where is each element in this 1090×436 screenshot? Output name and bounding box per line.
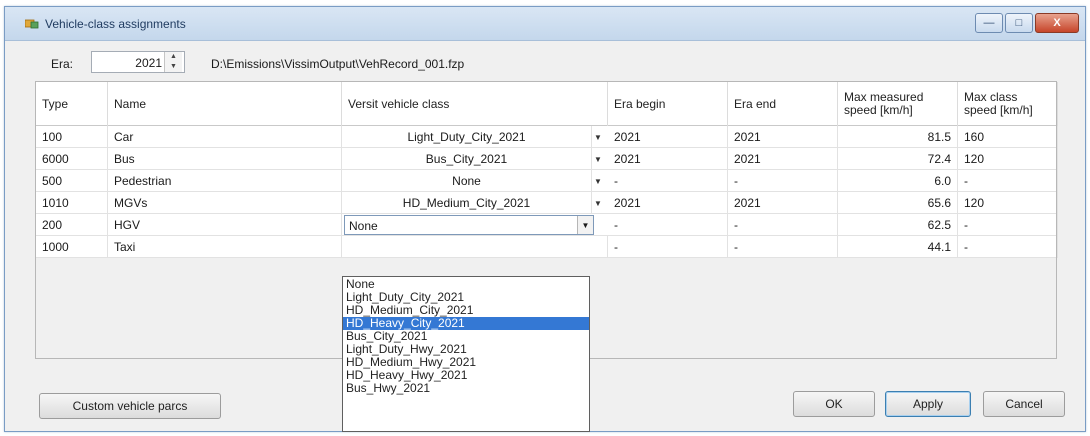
vclass-cell[interactable]: Light_Duty_City_2021 — [342, 126, 592, 148]
window-title: Vehicle-class assignments — [45, 17, 186, 31]
type-cell: 1010 — [36, 192, 108, 214]
col-era-begin[interactable]: Era begin — [608, 82, 728, 126]
col-max-measured[interactable]: Max measured speed [km/h] — [838, 82, 958, 126]
table-header: Type Name Versit vehicle class Era begin… — [36, 82, 1058, 126]
cancel-button[interactable]: Cancel — [983, 391, 1065, 417]
type-cell: 100 — [36, 126, 108, 148]
spin-up-icon[interactable]: ▲ — [165, 52, 182, 62]
col-versit-class[interactable]: Versit vehicle class — [342, 82, 608, 126]
col-type[interactable]: Type — [36, 82, 108, 126]
vclass-cell[interactable]: Bus_City_2021 — [342, 148, 592, 170]
era-begin-cell: - — [608, 170, 728, 192]
name-cell: Pedestrian — [108, 170, 342, 192]
max-class-cell: - — [958, 170, 1058, 192]
era-begin-cell: 2021 — [608, 192, 728, 214]
era-end-cell: - — [728, 214, 838, 236]
col-max-class[interactable]: Max class speed [km/h] — [958, 82, 1058, 126]
table-row[interactable]: 200 HGV None ▼ - - 62.5 - — [36, 214, 1058, 236]
era-spin-buttons[interactable]: ▲ ▼ — [164, 52, 182, 72]
era-begin-cell: - — [608, 236, 728, 258]
dropdown-arrow-icon[interactable]: ▼ — [590, 192, 606, 214]
title-bar[interactable]: Vehicle-class assignments — □ X — [5, 7, 1085, 41]
max-measured-cell: 72.4 — [838, 148, 958, 170]
era-end-cell: - — [728, 170, 838, 192]
col-name[interactable]: Name — [108, 82, 342, 126]
table-row[interactable]: 100 Car Light_Duty_City_2021 ▼ 2021 2021… — [36, 126, 1058, 148]
type-cell: 500 — [36, 170, 108, 192]
max-measured-cell: 44.1 — [838, 236, 958, 258]
table-row[interactable]: 1010 MGVs HD_Medium_City_2021 ▼ 2021 202… — [36, 192, 1058, 214]
era-end-cell: 2021 — [728, 148, 838, 170]
table-row[interactable]: 1000 Taxi - - 44.1 - — [36, 236, 1058, 258]
max-measured-cell: 62.5 — [838, 214, 958, 236]
era-begin-cell: - — [608, 214, 728, 236]
name-cell: Bus — [108, 148, 342, 170]
maximize-button[interactable]: □ — [1005, 13, 1033, 33]
type-cell: 200 — [36, 214, 108, 236]
dropdown-arrow-icon[interactable]: ▼ — [590, 170, 606, 192]
spin-down-icon[interactable]: ▼ — [165, 62, 182, 72]
app-icon — [25, 19, 39, 29]
name-cell: Taxi — [108, 236, 342, 258]
name-cell: Car — [108, 126, 342, 148]
max-class-cell: - — [958, 214, 1058, 236]
col-era-end[interactable]: Era end — [728, 82, 838, 126]
dropdown-option[interactable]: Bus_Hwy_2021 — [343, 382, 589, 395]
era-begin-cell: 2021 — [608, 148, 728, 170]
apply-button[interactable]: Apply — [885, 391, 971, 417]
combobox-value: None — [349, 219, 378, 233]
vclass-cell[interactable]: HD_Medium_City_2021 — [342, 192, 592, 214]
era-label: Era: — [51, 57, 74, 71]
type-cell: 6000 — [36, 148, 108, 170]
dropdown-arrow-icon[interactable]: ▼ — [590, 148, 606, 170]
chevron-down-icon[interactable]: ▼ — [577, 216, 593, 234]
window-controls: — □ X — [975, 13, 1079, 33]
minimize-button[interactable]: — — [975, 13, 1003, 33]
max-class-cell: 120 — [958, 148, 1058, 170]
table-row[interactable]: 6000 Bus Bus_City_2021 ▼ 2021 2021 72.4 … — [36, 148, 1058, 170]
max-measured-cell: 81.5 — [838, 126, 958, 148]
era-end-cell: - — [728, 236, 838, 258]
close-button[interactable]: X — [1035, 13, 1079, 33]
max-class-cell: 120 — [958, 192, 1058, 214]
ok-button[interactable]: OK — [793, 391, 875, 417]
max-class-cell: 160 — [958, 126, 1058, 148]
max-class-cell: - — [958, 236, 1058, 258]
file-path: D:\Emissions\VissimOutput\VehRecord_001.… — [211, 57, 465, 71]
max-measured-cell: 65.6 — [838, 192, 958, 214]
type-cell: 1000 — [36, 236, 108, 258]
table-row[interactable]: 500 Pedestrian None ▼ - - 6.0 - — [36, 170, 1058, 192]
vclass-cell[interactable] — [342, 236, 608, 258]
vclass-cell[interactable]: None — [342, 170, 592, 192]
name-cell: MGVs — [108, 192, 342, 214]
dropdown-arrow-icon[interactable]: ▼ — [590, 126, 606, 148]
vclass-combobox[interactable]: None ▼ — [344, 215, 594, 235]
max-measured-cell: 6.0 — [838, 170, 958, 192]
era-end-cell: 2021 — [728, 126, 838, 148]
name-cell: HGV — [108, 214, 342, 236]
custom-vehicle-parcs-button[interactable]: Custom vehicle parcs — [39, 393, 221, 419]
era-end-cell: 2021 — [728, 192, 838, 214]
vclass-dropdown-list[interactable]: None Light_Duty_City_2021 HD_Medium_City… — [342, 276, 590, 432]
era-begin-cell: 2021 — [608, 126, 728, 148]
